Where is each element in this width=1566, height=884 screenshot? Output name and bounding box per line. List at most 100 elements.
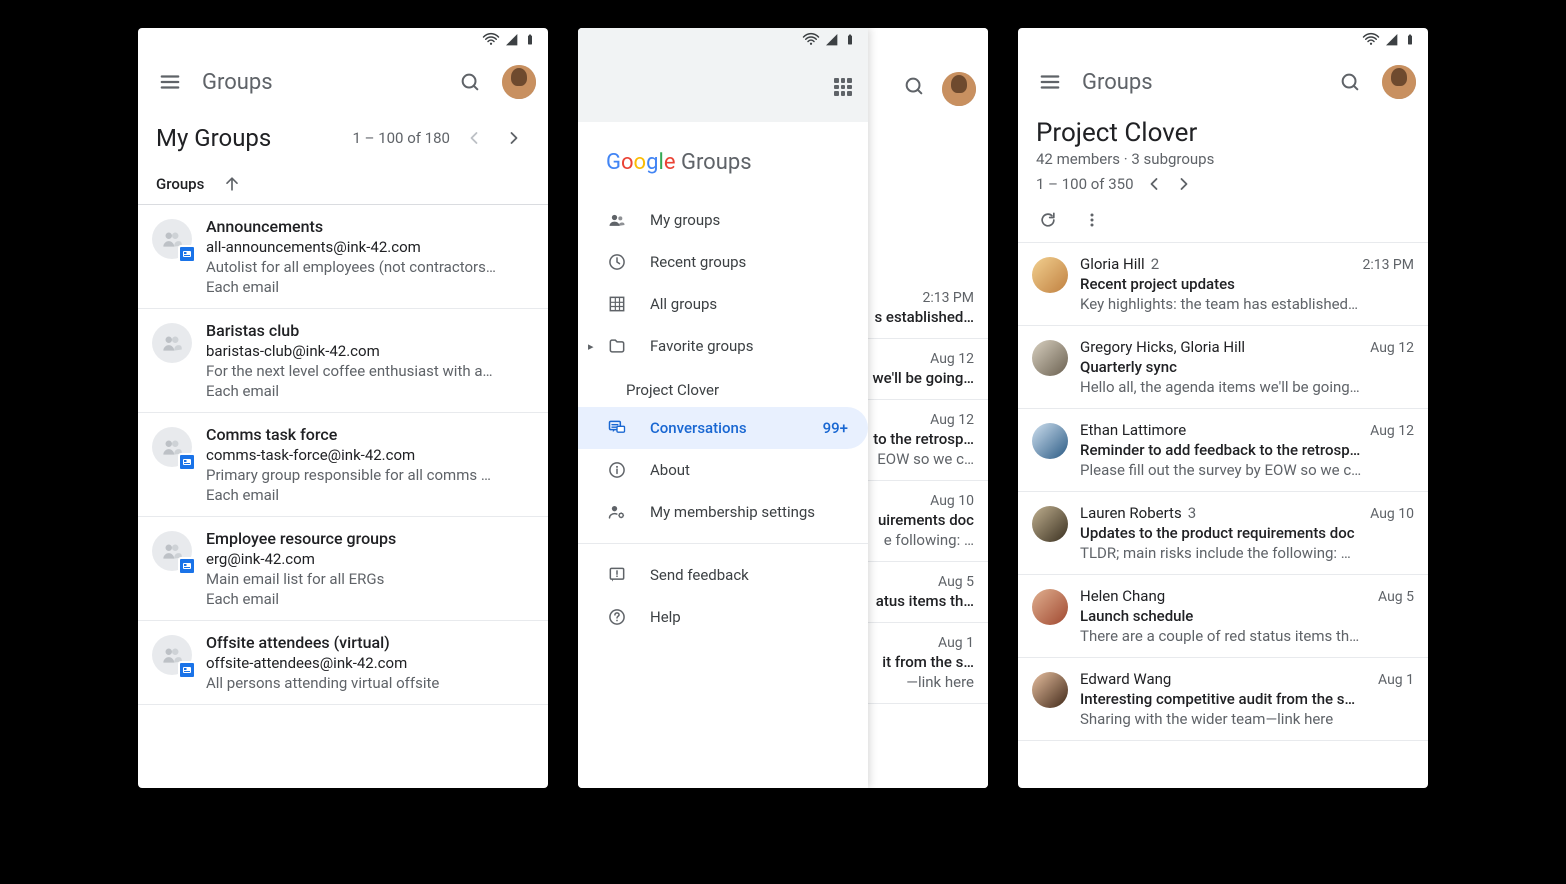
pager-next[interactable] xyxy=(498,122,530,154)
thread-row-peek[interactable]: Aug 10 uirements doc e following: … xyxy=(868,481,988,562)
thread-row[interactable]: Gregory Hicks, Gloria Hill Aug 12 Quarte… xyxy=(1018,326,1428,409)
group-avatar xyxy=(152,323,192,363)
signal-icon xyxy=(504,32,520,48)
screen-project: Groups Project Clover 42 members · 3 sub… xyxy=(1018,28,1428,788)
thread-date: Aug 12 xyxy=(1370,423,1414,439)
group-row[interactable]: Announcements all-announcements@ink-42.c… xyxy=(138,205,548,309)
apps-icon[interactable] xyxy=(834,78,852,96)
nav-label: Send feedback xyxy=(650,566,749,584)
thread-date: Aug 12 xyxy=(930,351,974,367)
thread-row-peek[interactable]: Aug 12 to the retrosp… EOW so we c… xyxy=(868,400,988,481)
thread-authors: Gloria Hill xyxy=(1080,255,1145,273)
battery-icon xyxy=(1404,31,1416,49)
thread-subject: Interesting competitive audit from the s… xyxy=(1080,690,1414,708)
navigation-drawer: Google Groups My groups Recent groups Al… xyxy=(578,28,868,788)
account-avatar[interactable] xyxy=(942,72,976,106)
nav-item-recent-groups[interactable]: Recent groups xyxy=(578,241,868,283)
wifi-icon xyxy=(1362,31,1380,49)
account-avatar[interactable] xyxy=(1382,65,1416,99)
group-subscription: Each email xyxy=(206,486,532,504)
battery-icon xyxy=(844,31,856,49)
thread-date: Aug 10 xyxy=(930,493,974,509)
thread-subject: atus items th… xyxy=(868,592,974,610)
thread-toolbar xyxy=(1018,202,1428,242)
group-icon xyxy=(606,209,628,231)
menu-button[interactable] xyxy=(150,62,190,102)
pager-prev[interactable] xyxy=(458,122,490,154)
drawer-top xyxy=(578,52,868,122)
thread-row[interactable]: Gloria Hill 2 2:13 PM Recent project upd… xyxy=(1018,243,1428,326)
thread-row[interactable]: Ethan Lattimore Aug 12 Reminder to add f… xyxy=(1018,409,1428,492)
menu-button[interactable] xyxy=(1030,62,1070,102)
pager-prev[interactable] xyxy=(1144,174,1164,194)
project-title: Project Clover xyxy=(1036,118,1410,148)
screen-drawer: 2:13 PM s established… Aug 12 we'll be g… xyxy=(578,28,988,788)
feedback-icon xyxy=(606,564,628,586)
thread-row-peek[interactable]: Aug 1 it from the s… —link here xyxy=(868,623,988,704)
more-button[interactable] xyxy=(1080,208,1104,232)
chevron-right-icon xyxy=(504,128,524,148)
pager-range: 1 – 100 of 180 xyxy=(352,129,450,147)
column-header[interactable]: Groups xyxy=(138,164,548,205)
thread-row-peek[interactable]: 2:13 PM s established… xyxy=(868,278,988,339)
person-gear-icon xyxy=(606,501,628,523)
nav-item-conversations[interactable]: Conversations 99+ xyxy=(578,407,868,449)
thread-count: 3 xyxy=(1188,504,1196,522)
nav-item-all-groups[interactable]: All groups xyxy=(578,283,868,325)
nav-item-favorite-groups[interactable]: Favorite groups xyxy=(578,325,868,367)
threads-list: Gloria Hill 2 2:13 PM Recent project upd… xyxy=(1018,242,1428,788)
thread-row-peek[interactable]: Aug 12 we'll be going… xyxy=(868,339,988,400)
group-name: Announcements xyxy=(206,217,532,236)
thread-row-peek[interactable]: Aug 5 atus items th… xyxy=(868,562,988,623)
group-name: Employee resource groups xyxy=(206,529,532,548)
search-button[interactable] xyxy=(894,66,934,106)
group-desc: For the next level coffee enthusiast wit… xyxy=(206,362,532,380)
group-desc: Main email list for all ERGs xyxy=(206,570,532,588)
page-title: My Groups xyxy=(156,124,271,152)
group-row[interactable]: Offsite attendees (virtual) offsite-atte… xyxy=(138,621,548,705)
thread-snippet: Please fill out the survey by EOW so we … xyxy=(1080,461,1414,479)
thread-row[interactable]: Helen Chang Aug 5 Launch schedule There … xyxy=(1018,575,1428,658)
groups-list: Announcements all-announcements@ink-42.c… xyxy=(138,205,548,788)
nav-item-help[interactable]: Help xyxy=(578,596,868,638)
search-button[interactable] xyxy=(450,62,490,102)
refresh-button[interactable] xyxy=(1036,208,1060,232)
group-desc: Autolist for all employees (not contract… xyxy=(206,258,532,276)
people-icon xyxy=(159,330,185,356)
author-avatar xyxy=(1032,340,1068,376)
thread-row[interactable]: Edward Wang Aug 1 Interesting competitiv… xyxy=(1018,658,1428,741)
group-email: all-announcements@ink-42.com xyxy=(206,238,532,256)
group-row[interactable]: Employee resource groups erg@ink-42.com … xyxy=(138,517,548,621)
refresh-icon xyxy=(1038,210,1058,230)
thread-authors: Gregory Hicks, Gloria Hill xyxy=(1080,338,1245,356)
thread-date: Aug 5 xyxy=(938,574,974,590)
nav-item-send-feedback[interactable]: Send feedback xyxy=(578,554,868,596)
thread-subject: Recent project updates xyxy=(1080,275,1414,293)
signal-icon xyxy=(824,32,840,48)
thread-subject: Quarterly sync xyxy=(1080,358,1414,376)
folder-icon xyxy=(606,335,628,357)
pager-next[interactable] xyxy=(1174,174,1194,194)
nav-item-my-groups[interactable]: My groups xyxy=(578,199,868,241)
help-icon xyxy=(606,606,628,628)
author-avatar xyxy=(1032,257,1068,293)
group-avatar xyxy=(152,427,192,467)
nav-item-my-membership-settings[interactable]: My membership settings xyxy=(578,491,868,533)
group-row[interactable]: Baristas club baristas-club@ink-42.com F… xyxy=(138,309,548,413)
wifi-icon xyxy=(482,31,500,49)
nav-item-about[interactable]: About xyxy=(578,449,868,491)
group-avatar xyxy=(152,635,192,675)
search-button[interactable] xyxy=(1330,62,1370,102)
thread-authors: Helen Chang xyxy=(1080,587,1165,605)
chat-icon xyxy=(606,417,628,439)
thread-row[interactable]: Lauren Roberts 3 Aug 10 Updates to the p… xyxy=(1018,492,1428,575)
pager: 1 – 100 of 350 xyxy=(1018,170,1428,202)
grid-icon xyxy=(606,293,628,315)
group-row[interactable]: Comms task force comms-task-force@ink-42… xyxy=(138,413,548,517)
thread-date: Aug 12 xyxy=(1370,340,1414,356)
account-avatar[interactable] xyxy=(502,65,536,99)
group-name: Offsite attendees (virtual) xyxy=(206,633,532,652)
search-icon xyxy=(1339,71,1361,93)
column-label: Groups xyxy=(156,175,204,193)
wifi-icon xyxy=(802,31,820,49)
